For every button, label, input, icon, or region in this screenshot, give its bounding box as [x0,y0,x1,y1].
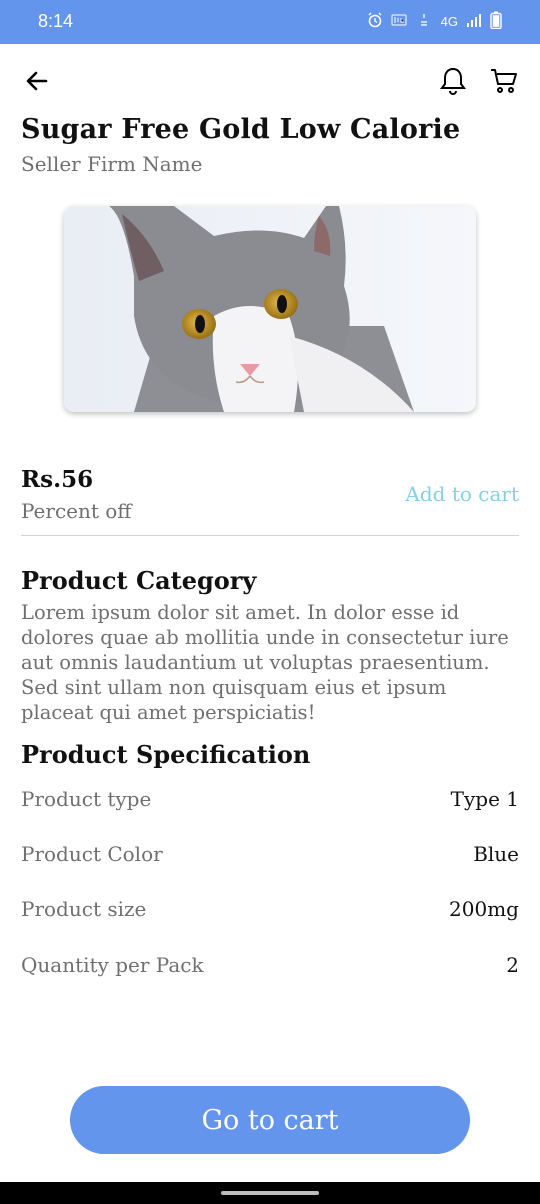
spec-value: Blue [473,842,519,866]
network-label: 4G [440,14,458,29]
bell-icon[interactable] [436,64,470,98]
signal-icon [466,12,482,31]
category-description: Lorem ipsum dolor sit amet. In dolor ess… [21,601,509,724]
category-heading: Product Category [21,566,257,595]
status-time: 8:14 [38,11,74,31]
spec-row-product-color: Product Color Blue [21,842,519,872]
alarm-icon [367,12,383,31]
system-nav-bar [0,1182,540,1204]
spec-row-product-type: Product type Type 1 [21,787,519,817]
battery-icon [490,11,502,32]
product-image [64,206,476,412]
spec-row-quantity-per-pack: Quantity per Pack 2 [21,953,519,983]
home-gesture-pill[interactable] [221,1191,319,1195]
go-to-cart-button[interactable]: Go to cart [70,1086,470,1154]
seller-name: Seller Firm Name [21,152,203,176]
cart-icon[interactable] [486,64,522,98]
app-header [0,44,540,120]
status-bar: 8:14 4G [0,0,540,44]
spec-value: Type 1 [450,787,519,811]
spec-value: 2 [506,953,519,977]
product-title: Sugar Free Gold Low Calorie [21,114,461,145]
arrow-left-icon[interactable] [20,64,54,98]
add-to-cart-link[interactable]: Add to cart [405,482,519,506]
spec-label: Product size [21,897,147,921]
spec-label: Product Color [21,842,163,866]
percent-off: Percent off [21,499,132,523]
status-indicators: 4G [367,11,502,32]
spec-label: Product type [21,787,152,811]
volte-icon [391,12,407,31]
spec-label: Quantity per Pack [21,953,204,977]
specification-heading: Product Specification [21,740,311,769]
divider [21,535,519,536]
product-price: Rs.56 [21,466,94,493]
spec-value: 200mg [449,897,519,921]
data-speed-icon [415,12,433,31]
spec-row-product-size: Product size 200mg [21,897,519,927]
